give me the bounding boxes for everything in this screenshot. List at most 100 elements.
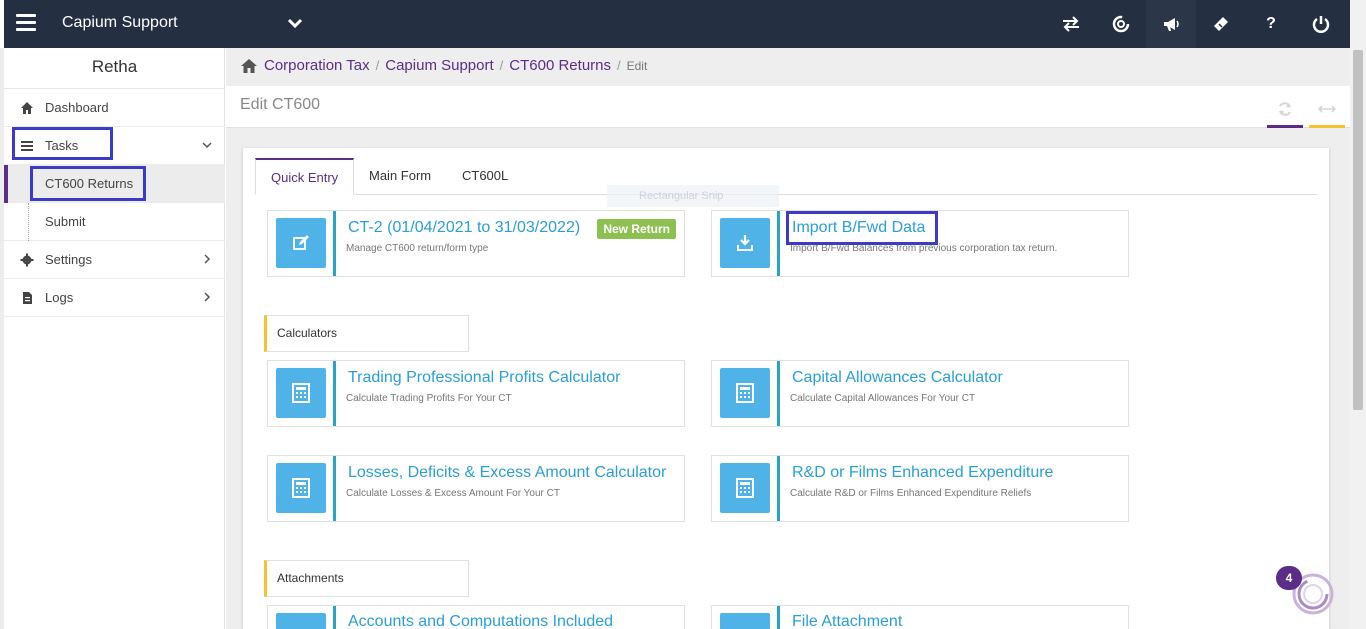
chevron-right-icon (204, 254, 211, 264)
hamburger-menu-icon[interactable] (16, 14, 36, 34)
home-icon[interactable] (240, 58, 258, 74)
highlight-box-tasks (12, 127, 113, 160)
breadcrumb-separator: / (617, 58, 621, 73)
page-scrollbar[interactable] (1350, 0, 1366, 629)
card-title[interactable]: Capital Allowances Calculator (792, 369, 1003, 387)
yellow-accent-bar (1309, 125, 1345, 128)
card-title[interactable]: File Attachment (792, 613, 902, 629)
top-navbar: Capium Support ? (0, 0, 1366, 48)
calculator-icon (276, 368, 326, 418)
power-icon[interactable] (1296, 0, 1346, 48)
sidebar-item-label: Settings (45, 252, 92, 267)
card-divider (333, 211, 336, 276)
card-accounts-computations[interactable]: Accounts and Computations Included (267, 605, 685, 629)
tab-quick-entry[interactable]: Quick Entry (255, 158, 355, 195)
breadcrumb-link-corporation-tax[interactable]: Corporation Tax (264, 57, 370, 74)
purple-accent-bar (1267, 125, 1303, 128)
download-icon (720, 218, 770, 268)
card-divider (777, 606, 780, 629)
breadcrumb-separator: / (499, 58, 504, 73)
main-content: Corporation Tax / Capium Support / CT600… (226, 48, 1350, 629)
ticket-icon[interactable] (1196, 0, 1246, 48)
sidebar-item-settings[interactable]: Settings (4, 241, 225, 279)
sidebar-item-logs[interactable]: Logs (4, 279, 225, 317)
sidebar-item-dashboard[interactable]: Dashboard (4, 89, 225, 127)
card-divider (333, 361, 336, 426)
megaphone-icon[interactable] (1146, 0, 1196, 48)
expand-button[interactable] (1309, 90, 1345, 128)
breadcrumb-separator: / (375, 58, 380, 73)
edit-icon (276, 218, 326, 268)
expand-horizontal-icon (1318, 105, 1336, 113)
card-subtitle: Calculate Capital Allowances For Your CT (790, 393, 976, 404)
calculator-icon (720, 368, 770, 418)
page-title-bar: Edit CT600 (226, 86, 1350, 128)
sidebar-user-name: Retha (4, 48, 225, 89)
sidebar-item-label: Submit (45, 214, 86, 229)
page-title: Edit CT600 (240, 96, 321, 113)
tab-main-form[interactable]: Main Form (354, 158, 446, 195)
card-divider (333, 456, 336, 521)
sidebar-item-label: Dashboard (45, 100, 109, 115)
card-import-bfwd-data[interactable]: Import B/Fwd Data Import B/Fwd Balances … (711, 210, 1129, 277)
card-trading-profits-calculator[interactable]: Trading Professional Profits Calculator … (267, 360, 685, 427)
sidebar-item-label: Logs (45, 290, 74, 305)
highlight-box-ct600-returns (30, 166, 146, 201)
breadcrumb-link-capium-support[interactable]: Capium Support (385, 57, 493, 74)
tab-bar: Quick Entry Main Form CT600L (255, 158, 1317, 195)
card-divider (777, 361, 780, 426)
calculator-icon (720, 463, 770, 513)
gear-icon (20, 253, 34, 267)
window-edge (0, 0, 4, 48)
home-icon (21, 102, 33, 114)
card-title[interactable]: R&D or Films Enhanced Expenditure (792, 464, 1053, 482)
sidebar: Retha Dashboard Tasks CT600 Returns Subm… (0, 48, 225, 629)
card-divider (777, 456, 780, 521)
highlight-box-import (786, 211, 938, 245)
calculator-icon (276, 463, 326, 513)
notification-count-badge: 4 (1276, 566, 1302, 590)
active-marker (4, 165, 8, 203)
top-actions: ? (1046, 0, 1346, 48)
capium-logo-icon[interactable] (1096, 0, 1146, 48)
chevron-down-icon[interactable] (286, 14, 304, 32)
card-title[interactable]: Trading Professional Profits Calculator (348, 369, 620, 387)
card-title[interactable]: Accounts and Computations Included (348, 613, 613, 629)
app-title: Capium Support (62, 14, 178, 31)
breadcrumb: Corporation Tax / Capium Support / CT600… (240, 57, 647, 74)
breadcrumb-current: Edit (626, 58, 648, 73)
tree-line (28, 203, 29, 241)
card-title[interactable]: CT-2 (01/04/2021 to 31/03/2022) (348, 219, 580, 237)
ct600-panel: Quick Entry Main Form CT600L Rectangular… (243, 148, 1329, 629)
card-title[interactable]: Losses, Deficits & Excess Amount Calcula… (348, 464, 666, 482)
card-ct2[interactable]: CT-2 (01/04/2021 to 31/03/2022) Manage C… (267, 210, 685, 277)
refresh-button[interactable] (1267, 90, 1303, 128)
attachment-icon (276, 613, 326, 629)
section-attachments: Attachments (264, 560, 469, 597)
card-losses-calculator[interactable]: Losses, Deficits & Excess Amount Calcula… (267, 455, 685, 522)
chevron-right-icon (204, 292, 211, 302)
attachment-icon (720, 613, 770, 629)
card-subtitle: Calculate Losses & Excess Amount For You… (346, 488, 560, 499)
chevron-down-icon (202, 142, 212, 149)
card-rnd-films-expenditure[interactable]: R&D or Films Enhanced Expenditure Calcul… (711, 455, 1129, 522)
section-calculators: Calculators (264, 315, 469, 352)
sidebar-subitem-submit[interactable]: Submit (4, 203, 225, 241)
new-return-badge: New Return (597, 219, 676, 239)
document-icon (23, 292, 32, 304)
breadcrumb-link-ct600-returns[interactable]: CT600 Returns (509, 57, 611, 74)
card-subtitle: Calculate Trading Profits For Your CT (346, 393, 512, 404)
card-subtitle: Calculate R&D or Films Enhanced Expendit… (790, 488, 1032, 499)
card-subtitle: Manage CT600 return/form type (346, 243, 489, 254)
card-divider (777, 211, 780, 276)
rectangular-snip-overlay: Rectangular Snip (607, 185, 779, 207)
card-file-attachment[interactable]: File Attachment (711, 605, 1129, 629)
refresh-icon (1279, 102, 1291, 116)
scrollbar-thumb[interactable] (1353, 50, 1363, 410)
tab-ct600l[interactable]: CT600L (447, 158, 523, 195)
breadcrumb-bar: Corporation Tax / Capium Support / CT600… (226, 48, 1350, 86)
card-divider (333, 606, 336, 629)
help-icon[interactable]: ? (1246, 0, 1296, 48)
transfer-icon[interactable] (1046, 0, 1096, 48)
card-capital-allowances-calculator[interactable]: Capital Allowances Calculator Calculate … (711, 360, 1129, 427)
